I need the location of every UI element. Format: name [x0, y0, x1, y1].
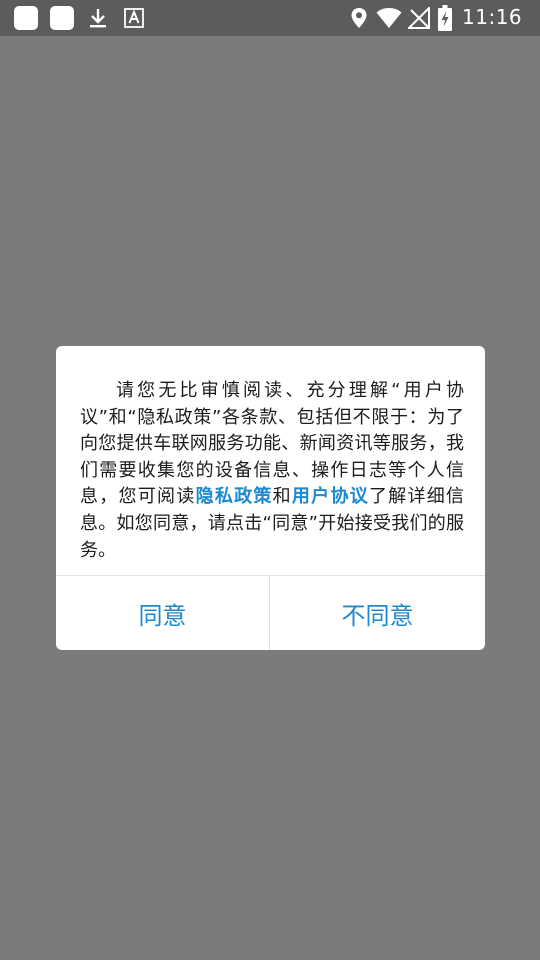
- no-signal-icon: [408, 7, 430, 29]
- location-icon: [351, 8, 367, 28]
- dialog-message: 请您无比审慎阅读、充分理解“用户协议”和“隐私政策”各条款、包括但不限于：为了向…: [80, 378, 464, 564]
- status-time: 11:16: [462, 5, 523, 29]
- status-bar: 11:16: [0, 0, 540, 36]
- download-icon: [90, 9, 106, 28]
- privacy-dialog: 请您无比审慎阅读、充分理解“用户协议”和“隐私政策”各条款、包括但不限于：为了向…: [56, 346, 485, 650]
- accessibility-text-icon: [124, 8, 144, 28]
- app-square-icon: [50, 6, 74, 30]
- user-agreement-link[interactable]: 用户协议: [292, 486, 369, 507]
- app-square-icon: [14, 6, 38, 30]
- wifi-icon: [376, 8, 402, 28]
- agree-button[interactable]: 同意: [56, 576, 269, 650]
- dialog-text-part: 和: [272, 486, 292, 508]
- system-icons: 11:16: [340, 0, 540, 36]
- battery-charging-icon: [438, 5, 452, 31]
- disagree-button[interactable]: 不同意: [270, 576, 485, 650]
- privacy-policy-link[interactable]: 隐私政策: [196, 486, 273, 507]
